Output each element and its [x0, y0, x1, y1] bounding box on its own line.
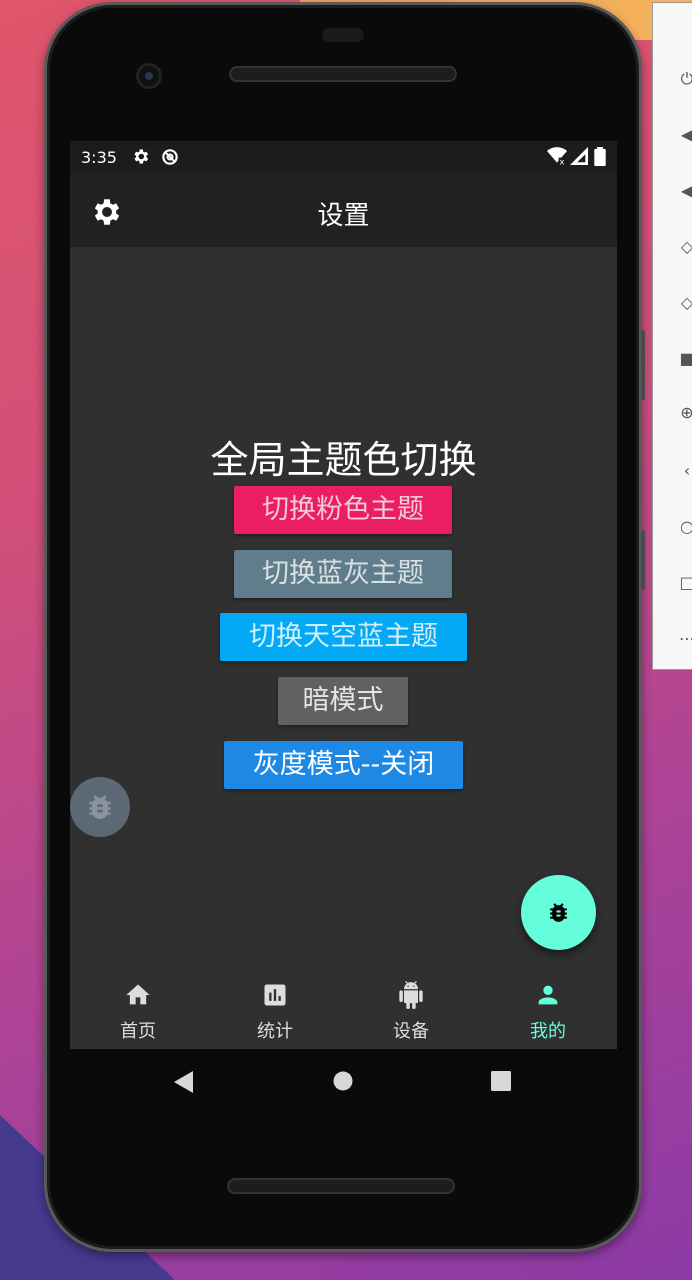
back-triangle-icon[interactable] [174, 1071, 194, 1093]
bar-chart-icon [264, 984, 286, 1006]
more-icon[interactable]: ⋯ [677, 629, 692, 649]
sky-blue-theme-button[interactable]: 切换天空蓝主题 [220, 613, 467, 661]
power-icon[interactable]: ⏻ [677, 69, 692, 89]
settings-status-icon [131, 147, 150, 170]
home-circle-icon[interactable]: ○ [677, 517, 692, 537]
page-title: 设置 [317, 201, 370, 231]
nav-label: 统计 [257, 1021, 293, 1042]
home-circle-icon[interactable] [333, 1071, 353, 1091]
system-nav-bar [70, 1049, 617, 1113]
status-time: 3:35 [81, 148, 117, 167]
app-bar: 设置 [70, 173, 617, 247]
rotate-left-icon[interactable]: ◇ [677, 237, 692, 257]
front-camera [136, 63, 162, 89]
volume-up-icon[interactable]: ◀ [677, 125, 692, 145]
overview-icon[interactable]: □ [677, 573, 692, 593]
blue-grey-theme-button[interactable]: 切换蓝灰主题 [234, 550, 452, 598]
dark-mode-button[interactable]: 暗模式 [278, 677, 408, 725]
nav-label: 首页 [120, 1021, 156, 1042]
signal-icon [570, 147, 588, 169]
back-icon[interactable]: ‹ [677, 461, 692, 481]
debug-float-button[interactable] [70, 777, 130, 837]
at-sign-icon [160, 147, 180, 171]
volume-down-icon[interactable]: ◀ [677, 181, 692, 201]
svg-text:x: x [560, 156, 565, 165]
nav-item-mine[interactable]: 我的 [480, 969, 616, 1049]
bottom-speaker [227, 1178, 455, 1194]
nav-label: 设备 [393, 1021, 429, 1042]
nav-item-devices[interactable]: 设备 [343, 969, 479, 1049]
app-screen: 3:35 x 设置 全局主题色切换 切换粉色主题 切换蓝灰主题 切换天空蓝主题 … [70, 141, 617, 1049]
bug-icon [89, 795, 111, 820]
grayscale-mode-button[interactable]: 灰度模式--关闭 [224, 741, 463, 789]
camera-icon[interactable]: ■ [677, 349, 692, 369]
section-title: 全局主题色切换 [210, 438, 477, 482]
nav-label: 我的 [530, 1021, 566, 1042]
emulator-toolbar: ⏻ ◀ ◀ ◇ ◇ ■ ⊕ ‹ ○ □ ⋯ [652, 2, 692, 670]
status-bar: 3:35 x [70, 141, 617, 173]
phone-side-button [641, 330, 645, 400]
nav-item-stats[interactable]: 统计 [207, 969, 343, 1049]
debug-fab[interactable] [521, 875, 596, 950]
home-icon [126, 984, 150, 1005]
top-speaker [229, 66, 457, 82]
bug-icon [550, 903, 567, 922]
earpiece-slot [322, 28, 364, 42]
zoom-icon[interactable]: ⊕ [677, 403, 692, 423]
android-icon [399, 981, 423, 1009]
person-icon [538, 985, 558, 1005]
bottom-nav: 首页 统计 设备 我的 [70, 969, 617, 1049]
pink-theme-button[interactable]: 切换粉色主题 [234, 486, 452, 534]
battery-icon [594, 147, 606, 170]
phone-side-button [641, 530, 645, 590]
wifi-icon: x [547, 147, 567, 169]
rotate-right-icon[interactable]: ◇ [677, 293, 692, 313]
nav-item-home[interactable]: 首页 [70, 969, 206, 1049]
recents-square-icon[interactable] [491, 1071, 511, 1091]
